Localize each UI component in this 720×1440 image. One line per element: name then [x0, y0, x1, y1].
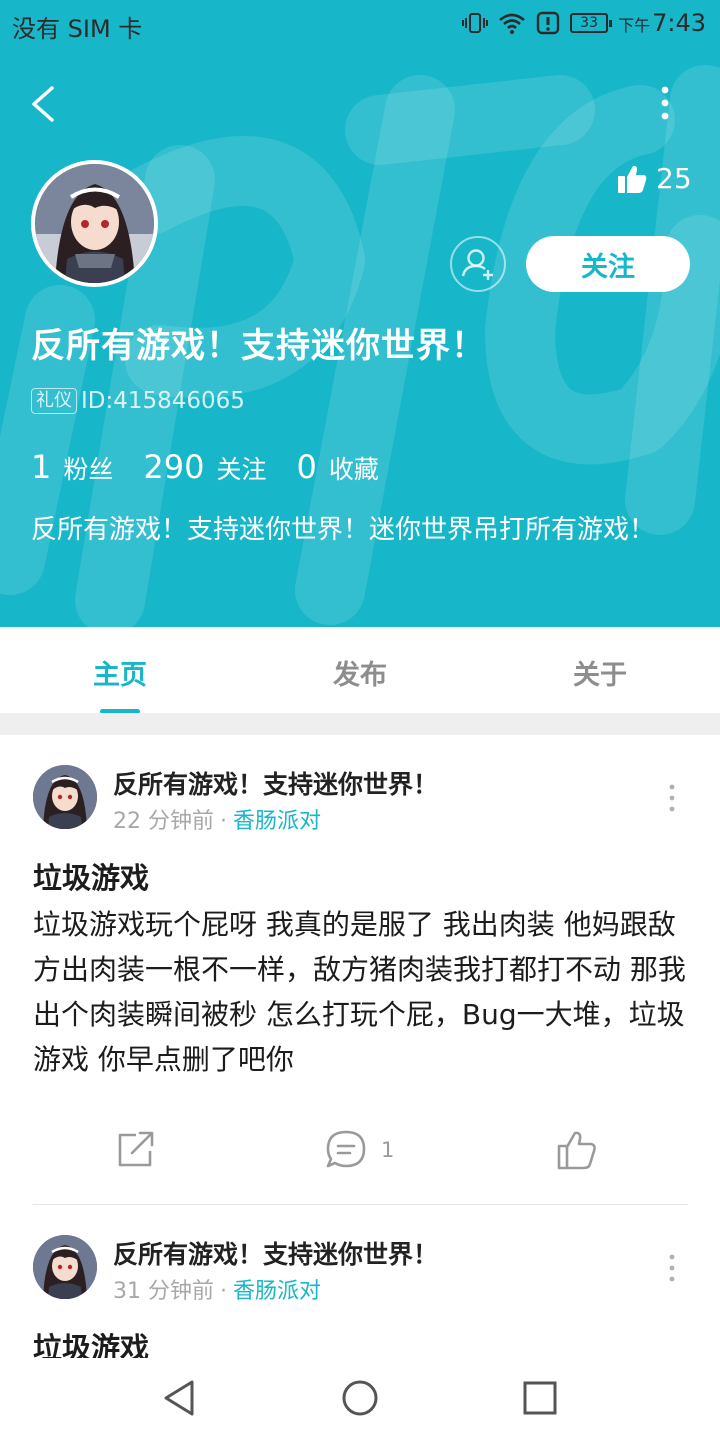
section-gap [0, 713, 720, 735]
add-friend-icon [461, 249, 493, 280]
time-prefix: 下午 [618, 16, 651, 35]
add-friend-button[interactable] [450, 236, 506, 292]
comment-icon [326, 1130, 366, 1168]
back-arrow-icon[interactable] [26, 82, 66, 126]
post-avatar[interactable] [33, 765, 97, 829]
tab-posts[interactable]: 发布 [333, 653, 387, 692]
post-time: 22 分钟前 [113, 809, 214, 834]
alert-icon [536, 11, 560, 35]
profile-stats: 1 粉丝 290 关注 0 收藏 [31, 448, 409, 486]
etiquette-badge: 礼仪 [31, 388, 77, 414]
more-vertical-icon[interactable] [664, 783, 680, 813]
likes-count: 25 [656, 162, 692, 195]
meta-separator: · [220, 809, 227, 834]
tab-about[interactable]: 关于 [573, 653, 627, 692]
comment-button[interactable]: 1 [325, 1129, 394, 1171]
more-vertical-icon[interactable] [650, 82, 680, 126]
stat-label: 粉丝 [63, 455, 114, 484]
likes-counter[interactable]: 25 [616, 162, 692, 195]
post-title[interactable]: 垃圾游戏 [33, 855, 149, 897]
stat-followers[interactable]: 1 粉丝 [31, 448, 113, 486]
thumbs-up-icon [618, 165, 647, 193]
nav-back-icon[interactable] [158, 1376, 202, 1420]
avatar-illustration [35, 164, 154, 283]
more-vertical-icon[interactable] [664, 1253, 680, 1283]
like-icon [557, 1131, 596, 1170]
status-bar: 没有 SIM 卡 33 下午7:43 [0, 0, 720, 50]
clock: 下午7:43 [618, 9, 706, 37]
share-icon [118, 1131, 154, 1167]
share-button[interactable] [116, 1129, 156, 1169]
follow-button[interactable]: 关注 [526, 236, 690, 292]
system-nav-bar [0, 1358, 720, 1440]
time-value: 7:43 [652, 9, 706, 37]
comment-count: 1 [381, 1138, 395, 1162]
wifi-icon [499, 13, 525, 34]
like-button[interactable] [556, 1129, 598, 1171]
battery-indicator: 33 [570, 13, 613, 33]
post-avatar[interactable] [33, 1235, 97, 1299]
stat-following[interactable]: 290 关注 [143, 448, 266, 486]
profile-bio: 反所有游戏！支持迷你世界！迷你世界吊打所有游戏！ [31, 515, 656, 545]
profile-avatar[interactable] [31, 160, 158, 287]
stat-label: 收藏 [328, 455, 379, 484]
stat-number: 290 [143, 448, 205, 486]
carrier-text: 没有 SIM 卡 [12, 15, 143, 43]
tab-home[interactable]: 主页 [93, 653, 147, 692]
profile-screen: 没有 SIM 卡 33 下午7:43 25 关注 反所有游戏！支持迷你世界！ 礼… [0, 0, 720, 1440]
profile-id-row: 礼仪 ID:415846065 [31, 388, 245, 414]
profile-id: ID:415846065 [81, 388, 245, 414]
stat-label: 关注 [216, 455, 267, 484]
profile-header: 没有 SIM 卡 33 下午7:43 25 关注 反所有游戏！支持迷你世界！ 礼… [0, 0, 720, 627]
tab-bar: 主页 发布 关于 [0, 627, 720, 713]
post-body[interactable]: 垃圾游戏玩个屁呀 我真的是服了 我出肉装 他妈跟敌方出肉装一根不一样，敌方猪肉装… [33, 902, 693, 1082]
post-meta: 22 分钟前 · 香肠派对 [113, 803, 321, 835]
stat-favorites[interactable]: 0 收藏 [296, 448, 378, 486]
meta-separator: · [220, 1279, 227, 1304]
profile-name: 反所有游戏！支持迷你世界！ [31, 326, 486, 366]
stat-number: 1 [31, 448, 52, 486]
post-author[interactable]: 反所有游戏！支持迷你世界！ [113, 1235, 438, 1271]
post-time: 31 分钟前 [113, 1279, 214, 1304]
post-divider [33, 1204, 688, 1205]
post-author[interactable]: 反所有游戏！支持迷你世界！ [113, 765, 438, 801]
nav-recents-icon[interactable] [518, 1376, 562, 1420]
avatar-illustration [33, 1235, 97, 1299]
nav-home-icon[interactable] [338, 1376, 382, 1420]
vibrate-icon [462, 13, 489, 33]
stat-number: 0 [296, 448, 317, 486]
avatar-illustration [33, 765, 97, 829]
post-group-link[interactable]: 香肠派对 [233, 809, 321, 834]
post-group-link[interactable]: 香肠派对 [233, 1279, 321, 1304]
status-icons: 33 下午7:43 [462, 9, 706, 37]
post-meta: 31 分钟前 · 香肠派对 [113, 1273, 321, 1305]
